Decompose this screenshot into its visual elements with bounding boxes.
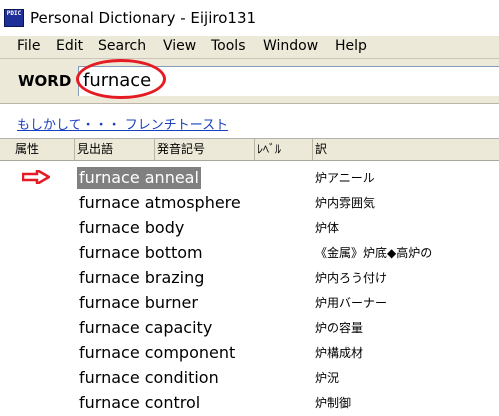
entry-word: furnace anneal	[77, 167, 201, 189]
search-bar: WORD furnace	[0, 59, 499, 104]
column-translation[interactable]: 訳	[313, 139, 499, 160]
highlight-circle	[76, 59, 166, 99]
entry-word: furnace bottom	[79, 243, 203, 262]
menu-window[interactable]: Window	[263, 38, 318, 54]
list-item[interactable]: furnace body 炉体	[0, 216, 499, 241]
entry-word: furnace capacity	[79, 318, 213, 337]
column-headword[interactable]: 見出語	[75, 139, 155, 160]
window-title: Personal Dictionary - Eijiro131	[30, 9, 257, 27]
menu-tools[interactable]: Tools	[211, 38, 246, 54]
entry-word: furnace control	[79, 393, 201, 412]
list-item[interactable]: furnace brazing 炉内ろう付け	[0, 266, 499, 291]
app-icon: PDIC	[4, 9, 24, 27]
list-item[interactable]: furnace component 炉構成材	[0, 341, 499, 366]
column-level[interactable]: ﾚﾍﾞﾙ	[255, 139, 313, 160]
entry-word: furnace brazing	[79, 268, 205, 287]
list-header: 属性 見出語 発音記号 ﾚﾍﾞﾙ 訳	[0, 139, 499, 161]
menu-file[interactable]: File	[17, 38, 40, 54]
entry-word: furnace burner	[79, 293, 198, 312]
entry-word: furnace atmosphere	[79, 193, 241, 212]
list-item[interactable]: furnace anneal 炉アニール	[0, 166, 499, 191]
entry-translation: 炉アニール	[315, 171, 375, 185]
entry-translation: 《金属》炉底◆高炉の	[315, 246, 433, 260]
menu-bar: File Edit Search View Tools Window Help	[0, 36, 499, 59]
entry-translation: 炉構成材	[315, 346, 364, 360]
menu-view[interactable]: View	[163, 38, 196, 54]
menu-search[interactable]: Search	[98, 38, 146, 54]
title-bar: PDIC Personal Dictionary - Eijiro131	[0, 0, 499, 36]
entry-word: furnace body	[79, 218, 185, 237]
suggestion-link[interactable]: もしかして・・・ フレンチトースト	[17, 114, 228, 133]
entry-translation: 炉内雰囲気	[315, 196, 376, 210]
menu-help[interactable]: Help	[335, 38, 367, 54]
entry-translation: 炉況	[315, 371, 340, 385]
list-item[interactable]: furnace condition 炉況	[0, 366, 499, 391]
column-attribute[interactable]: 属性	[0, 139, 75, 160]
entry-word: furnace condition	[79, 368, 219, 387]
entry-translation: 炉体	[315, 221, 340, 235]
column-pronunciation[interactable]: 発音記号	[155, 139, 255, 160]
entry-translation: 炉制御	[315, 396, 352, 410]
suggestion-bar: もしかして・・・ フレンチトースト	[0, 104, 499, 139]
entry-word: furnace component	[79, 343, 236, 362]
list-item[interactable]: furnace control 炉制御	[0, 391, 499, 416]
list-item[interactable]: furnace bottom 《金属》炉底◆高炉の	[0, 241, 499, 266]
entry-translation: 炉用バーナー	[315, 296, 388, 310]
list-item[interactable]: furnace capacity 炉の容量	[0, 316, 499, 341]
list-item[interactable]: furnace atmosphere 炉内雰囲気	[0, 191, 499, 216]
entry-translation: 炉の容量	[315, 321, 364, 335]
entry-translation: 炉内ろう付け	[315, 271, 388, 285]
list-item[interactable]: furnace burner 炉用バーナー	[0, 291, 499, 316]
word-label: WORD	[18, 72, 72, 90]
entry-list: furnace anneal 炉アニール furnace atmosphere …	[0, 161, 499, 412]
menu-edit[interactable]: Edit	[56, 38, 83, 54]
